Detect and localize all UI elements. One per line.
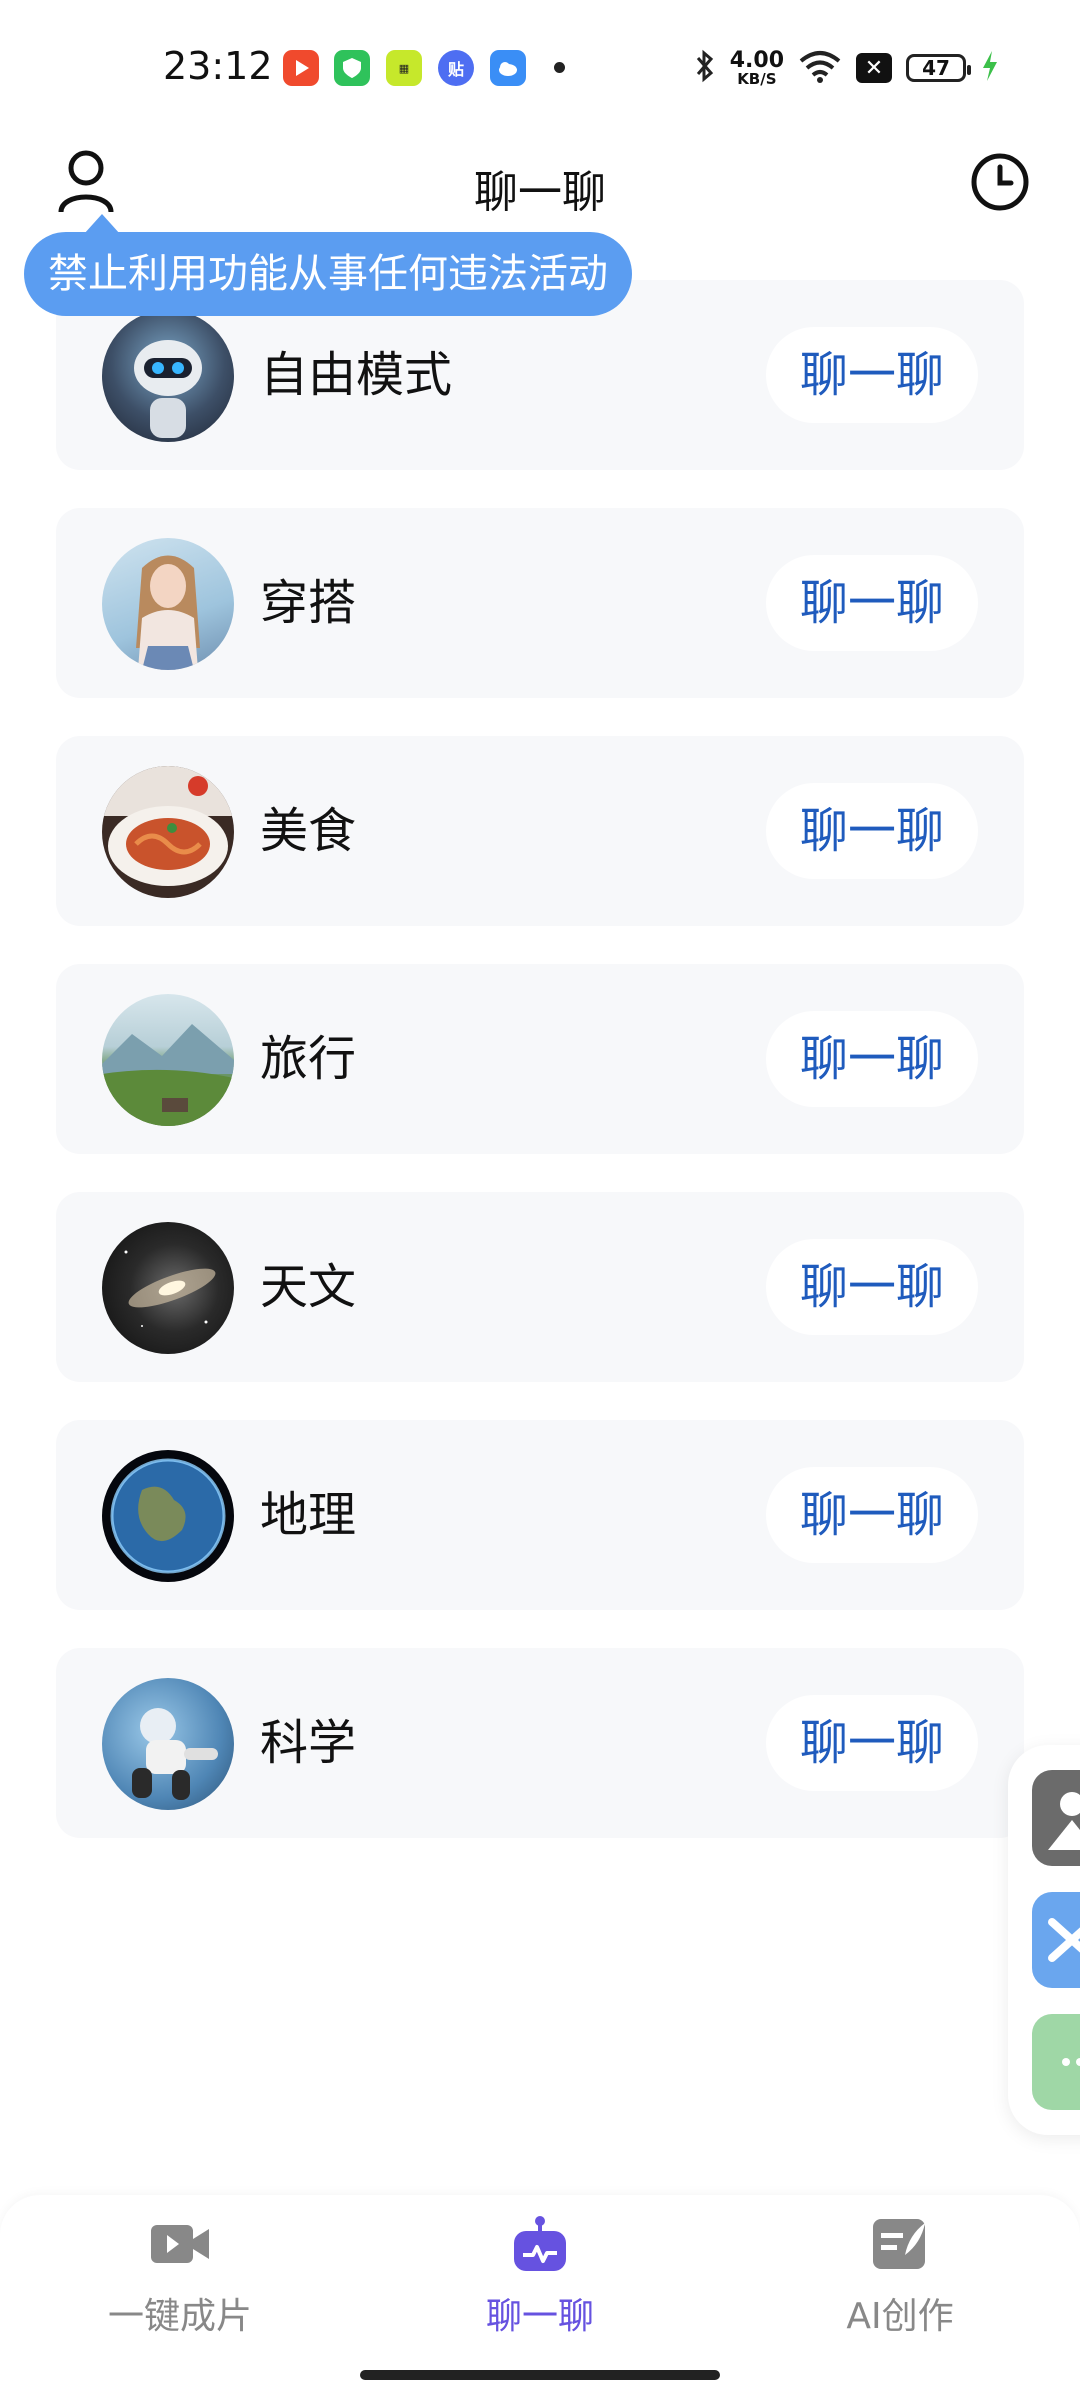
tab-chat[interactable]: 聊一聊 <box>390 2215 690 2339</box>
warning-tooltip: 禁止利用功能从事任何违法活动 <box>24 214 632 316</box>
tab-one-click-video[interactable]: 一键成片 <box>30 2215 330 2339</box>
list-item[interactable]: 天文 聊一聊 <box>56 1192 1024 1382</box>
history-clock-icon[interactable] <box>970 152 1030 212</box>
bluetooth-icon <box>694 49 716 87</box>
chat-button[interactable]: 聊一聊 <box>766 555 978 651</box>
weather-app-icon <box>490 50 526 86</box>
write-icon <box>869 2215 931 2273</box>
list-item[interactable]: 旅行 聊一聊 <box>56 964 1024 1154</box>
person-icon[interactable] <box>1032 1770 1080 1866</box>
tab-ai-create[interactable]: AI创作 <box>750 2215 1050 2339</box>
shield-app-icon <box>334 50 370 86</box>
more-icon[interactable] <box>1032 2014 1080 2110</box>
video-app-icon <box>283 50 319 86</box>
chat-button[interactable]: 聊一聊 <box>766 1467 978 1563</box>
robot-avatar <box>102 310 234 442</box>
galaxy-avatar <box>102 1222 234 1354</box>
news-app-icon: ▦ <box>386 50 422 86</box>
card-title: 美食 <box>260 803 357 859</box>
list-item[interactable]: 美食 聊一聊 <box>56 736 1024 926</box>
share-icon[interactable] <box>1032 1892 1080 1988</box>
list-item[interactable]: 科学 聊一聊 <box>56 1648 1024 1838</box>
list-item[interactable]: 穿搭 聊一聊 <box>56 508 1024 698</box>
chat-button[interactable]: 聊一聊 <box>766 1011 978 1107</box>
network-speed: 4.00 KB/S <box>729 47 784 88</box>
video-camera-icon <box>149 2215 211 2273</box>
home-indicator[interactable] <box>360 2370 720 2380</box>
card-title: 穿搭 <box>260 575 357 631</box>
astronaut-avatar <box>102 1678 234 1810</box>
notification-dot <box>554 62 565 73</box>
card-title: 地理 <box>260 1487 357 1543</box>
food-avatar <box>102 766 234 898</box>
charging-icon <box>980 49 1000 87</box>
battery-icon: 47 <box>906 54 971 82</box>
chat-button[interactable]: 聊一聊 <box>766 1239 978 1335</box>
fashion-avatar <box>102 538 234 670</box>
card-title: 科学 <box>260 1715 357 1771</box>
robot-icon <box>509 2215 571 2273</box>
tieba-app-icon: 贴 <box>438 50 474 86</box>
chat-button[interactable]: 聊一聊 <box>766 783 978 879</box>
floating-toolbar <box>1008 1745 1080 2135</box>
travel-avatar <box>102 994 234 1126</box>
card-title: 旅行 <box>260 1031 357 1087</box>
status-time: 23:12 <box>163 44 273 88</box>
close-box-icon: ✕ <box>856 53 892 83</box>
chat-button[interactable]: 聊一聊 <box>766 1695 978 1791</box>
chat-button[interactable]: 聊一聊 <box>766 327 978 423</box>
wifi-icon <box>798 49 842 87</box>
header: 聊一聊 <box>0 130 1080 240</box>
earth-avatar <box>102 1450 234 1582</box>
page-title: 聊一聊 <box>474 167 606 218</box>
card-title: 天文 <box>260 1259 357 1315</box>
status-bar: 23:12 ▦ 贴 4.00 KB/S ✕ 47 <box>0 0 1080 130</box>
list-item[interactable]: 地理 聊一聊 <box>56 1420 1024 1610</box>
